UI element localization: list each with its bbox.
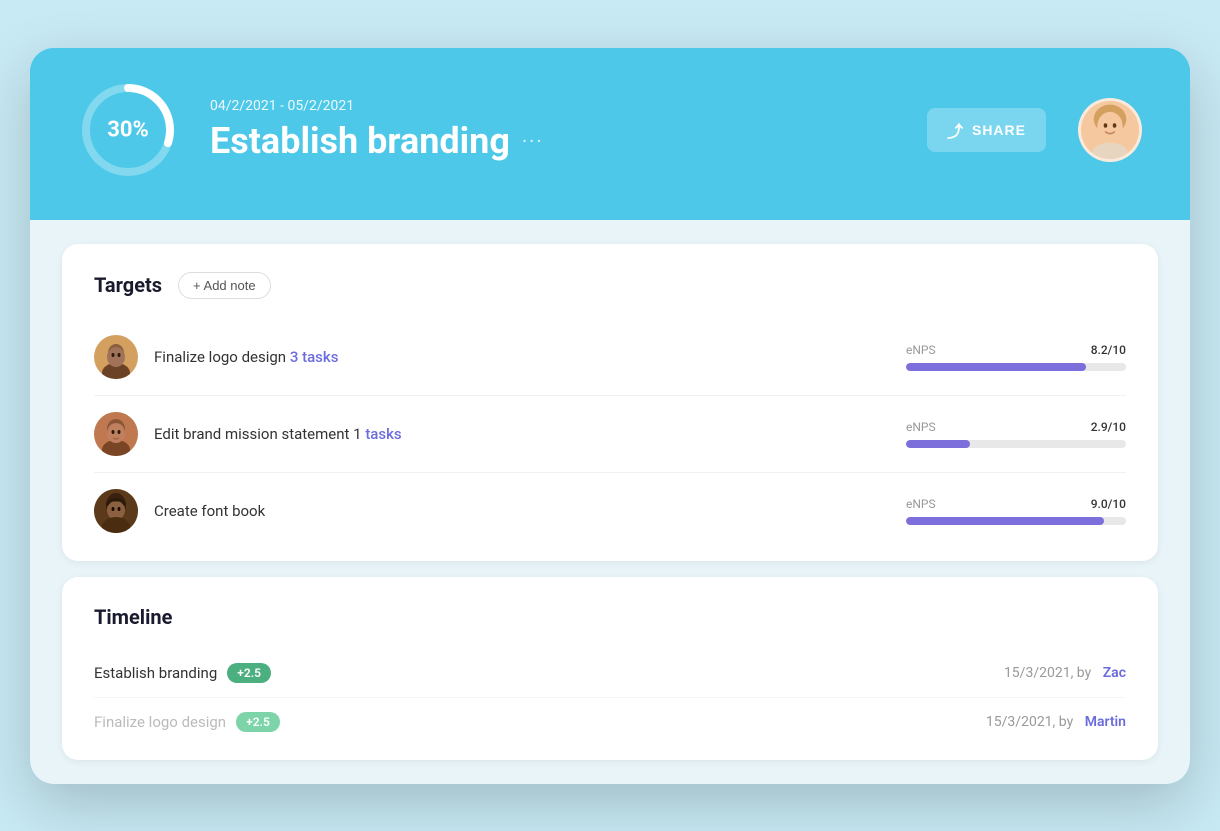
enps-bar-track-1 bbox=[906, 363, 1126, 371]
target-enps-2: eNPS 2.9/10 bbox=[906, 420, 1126, 448]
target-avatar-1 bbox=[94, 335, 138, 379]
targets-header: Targets + Add note bbox=[94, 272, 1126, 299]
target-text-3: Create font book bbox=[154, 502, 906, 520]
timeline-row: Establish branding +2.5 15/3/2021, by Za… bbox=[94, 649, 1126, 698]
target-row: Edit brand mission statement 1 tasks eNP… bbox=[94, 396, 1126, 473]
enps-label-1: eNPS bbox=[906, 343, 936, 357]
timeline-card: Timeline Establish branding +2.5 15/3/20… bbox=[62, 577, 1158, 760]
share-icon: ⤴ bbox=[947, 118, 964, 142]
page-title: Establish branding bbox=[210, 120, 510, 162]
main-content: Targets + Add note Finalize logo bbox=[30, 220, 1190, 784]
target-text-2: Edit brand mission statement 1 tasks bbox=[154, 425, 906, 443]
target-row: Finalize logo design 3 tasks eNPS 8.2/10 bbox=[94, 319, 1126, 396]
timeline-user-1[interactable]: Zac bbox=[1103, 665, 1126, 681]
target-enps-1: eNPS 8.2/10 bbox=[906, 343, 1126, 371]
target-row: Create font book eNPS 9.0/10 bbox=[94, 473, 1126, 533]
target-text-1: Finalize logo design 3 tasks bbox=[154, 348, 906, 366]
progress-ring: 30% bbox=[78, 80, 178, 180]
header: 30% 04/2/2021 - 05/2/2021 Establish bran… bbox=[30, 48, 1190, 220]
add-note-button[interactable]: + Add note bbox=[178, 272, 271, 299]
share-label: SHARE bbox=[972, 122, 1026, 138]
enps-label-3: eNPS bbox=[906, 497, 936, 511]
avatar-image bbox=[1081, 98, 1139, 162]
header-dots[interactable]: ··· bbox=[522, 129, 544, 153]
target-link-1[interactable]: 3 tasks bbox=[290, 348, 339, 366]
app-container: 30% 04/2/2021 - 05/2/2021 Establish bran… bbox=[30, 48, 1190, 784]
share-button[interactable]: ⤴ SHARE bbox=[927, 108, 1046, 152]
timeline-meta-1: 15/3/2021, by Zac bbox=[1004, 665, 1126, 681]
target-enps-3: eNPS 9.0/10 bbox=[906, 497, 1126, 525]
header-title-row: Establish branding ··· bbox=[210, 120, 895, 162]
enps-bar-fill-1 bbox=[906, 363, 1086, 371]
targets-card: Targets + Add note Finalize logo bbox=[62, 244, 1158, 561]
avatar[interactable] bbox=[1078, 98, 1142, 162]
timeline-name-1: Establish branding +2.5 bbox=[94, 663, 271, 683]
enps-value-3: 9.0/10 bbox=[1091, 497, 1126, 511]
timeline-badge-1: +2.5 bbox=[227, 663, 271, 683]
progress-label: 30% bbox=[107, 117, 149, 142]
enps-bar-fill-3 bbox=[906, 517, 1104, 525]
target-link-2[interactable]: tasks bbox=[365, 425, 401, 443]
timeline-title: Timeline bbox=[94, 605, 172, 629]
targets-title: Targets bbox=[94, 273, 162, 297]
timeline-user-2[interactable]: Martin bbox=[1085, 714, 1126, 730]
enps-bar-track-2 bbox=[906, 440, 1126, 448]
timeline-meta-2: 15/3/2021, by Martin bbox=[986, 714, 1126, 730]
header-date: 04/2/2021 - 05/2/2021 bbox=[210, 98, 895, 114]
timeline-row: Finalize logo design +2.5 15/3/2021, by … bbox=[94, 698, 1126, 732]
enps-value-1: 8.2/10 bbox=[1091, 343, 1126, 357]
timeline-name-2: Finalize logo design +2.5 bbox=[94, 712, 280, 732]
enps-value-2: 2.9/10 bbox=[1091, 420, 1126, 434]
timeline-header: Timeline bbox=[94, 605, 1126, 629]
timeline-badge-2: +2.5 bbox=[236, 712, 280, 732]
enps-label-2: eNPS bbox=[906, 420, 936, 434]
header-info: 04/2/2021 - 05/2/2021 Establish branding… bbox=[210, 98, 895, 162]
target-avatar-3 bbox=[94, 489, 138, 533]
enps-bar-track-3 bbox=[906, 517, 1126, 525]
enps-bar-fill-2 bbox=[906, 440, 970, 448]
target-avatar-2 bbox=[94, 412, 138, 456]
